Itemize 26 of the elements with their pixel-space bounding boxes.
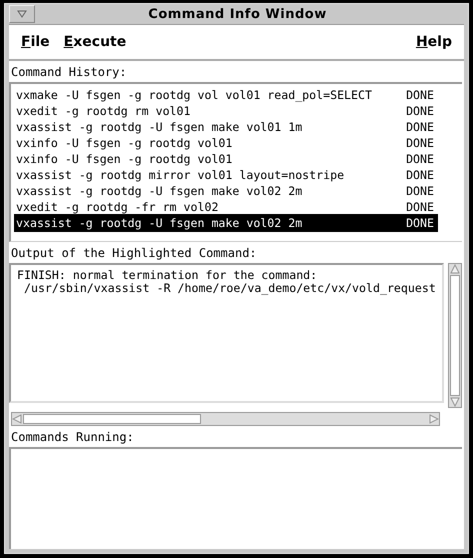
history-row[interactable]: vxedit -g rootdg -fr rm vol02 DONE xyxy=(15,199,437,215)
output-line: FINISH: normal termination for the command: xyxy=(17,269,318,282)
history-row[interactable]: vxedit -g rootdg rm vol01 DONE xyxy=(15,103,437,119)
history-row[interactable]: vxassist -g rootdg -U fsgen make vol02 2m DONE xyxy=(15,215,437,231)
section-label: Commands Running: xyxy=(10,429,135,446)
section-label: Output of the Highlighted Command: xyxy=(10,245,258,262)
history-row[interactable]: vxinfo -U fsgen -g rootdg vol01 DONE xyxy=(15,151,437,167)
history-row[interactable]: vxassist -g rootdg -U fsgen make vol01 1m DONE xyxy=(15,119,437,135)
scroll-left-arrow-icon[interactable] xyxy=(12,414,22,424)
scroll-right-arrow-icon[interactable] xyxy=(429,414,439,424)
window-title: Command Info Window xyxy=(147,6,328,22)
vertical-scrollbar[interactable] xyxy=(448,263,462,408)
menu-item[interactable]: Execute xyxy=(64,34,126,50)
menu-item[interactable]: Help xyxy=(416,34,452,50)
output-line: /usr/sbin/vxassist -R /home/roe/va_demo/etc/vx/vold_request xyxy=(22,282,436,295)
horizontal-scrollbar[interactable] xyxy=(11,412,440,426)
down-triangle-icon xyxy=(17,10,27,18)
history-row[interactable]: vxmake -U fsgen -g rootdg vol vol01 read_pol=SELECT DONE xyxy=(15,87,437,103)
scroll-up-arrow-icon[interactable] xyxy=(450,264,460,274)
history-row[interactable]: vxassist -g rootdg -U fsgen make vol02 2m DONE xyxy=(15,183,437,199)
scroll-down-arrow-icon[interactable] xyxy=(450,397,460,407)
section-label: Command History: xyxy=(10,64,128,81)
history-row[interactable]: vxinfo -U fsgen -g rootdg vol01 DONE xyxy=(15,135,437,151)
window-menu-button[interactable] xyxy=(9,5,35,23)
menu-item[interactable]: File xyxy=(21,34,50,50)
history-row[interactable]: vxassist -g rootdg mirror vol01 layout=nostripe DONE xyxy=(15,167,437,183)
